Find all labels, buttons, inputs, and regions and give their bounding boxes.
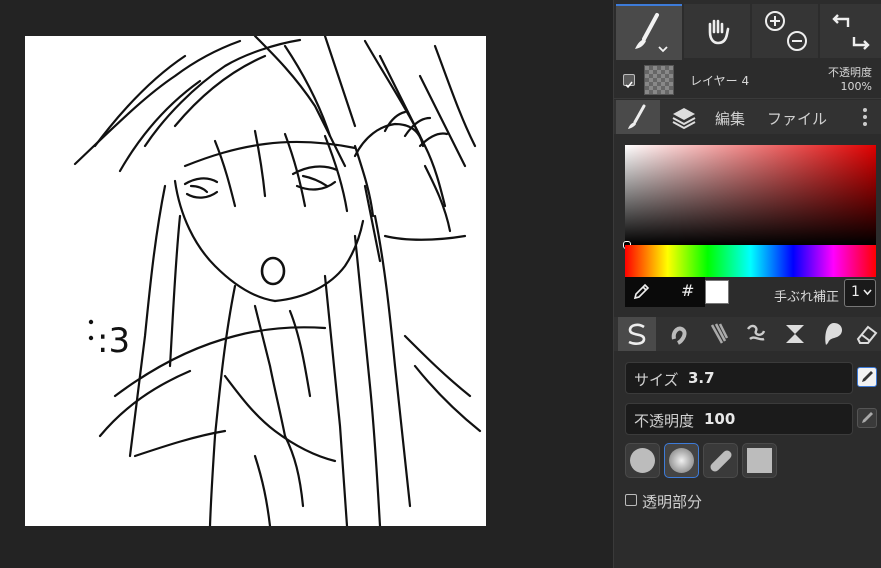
blur-icon [825,323,842,345]
brush-size-label: サイズ [634,371,679,389]
stabilizer-select[interactable]: 1 [844,279,876,307]
right-panel: レイヤー 4 不透明度 100% 編集 ファイル # 手ぶれ補正 1 サイズ 3… [613,0,881,568]
brush-shape-soft[interactable] [664,443,699,478]
opacity-pressure-toggle[interactable] [857,408,877,428]
layer-opacity-label: 不透明度 [828,66,872,79]
undo-redo-icon [832,14,870,50]
pattern-brush-icon [747,324,766,341]
color-saturation-picker[interactable] [625,145,876,245]
workspace[interactable]: :3 [0,0,613,568]
airbrush-icon [710,323,729,344]
brush-opacity-field[interactable]: 不透明度 100 [625,403,853,435]
brush-category-airbrush[interactable] [700,317,738,351]
tab-layers[interactable] [664,100,704,134]
brush-icon [628,104,646,129]
transparent-lock-label: 透明部分 [642,493,703,511]
drawing-canvas[interactable]: :3 [25,36,486,526]
layer-opacity-value: 100% [840,80,872,93]
brush-category-pen[interactable] [618,317,656,351]
sketch-drawing: :3 [73,36,482,526]
transparent-lock-checkbox[interactable] [625,494,637,506]
layer-thumbnail [644,65,674,95]
brush-tool-button[interactable] [616,4,682,60]
tab-edit[interactable]: 編集 [715,108,745,129]
brush-category-watercolor[interactable] [660,317,698,351]
brush-opacity-label: 不透明度 [634,412,695,430]
zoom-buttons[interactable] [752,4,818,58]
pen-pressure-icon [862,371,873,382]
brush-category-smudge[interactable] [776,317,814,351]
layer-name: レイヤー 4 [690,74,750,88]
brush-categories [614,317,881,351]
tab-file[interactable]: ファイル [767,108,827,129]
stabilizer-label: 手ぶれ補正 [774,290,840,305]
hue-slider[interactable] [625,245,876,277]
layer-visibility-checkbox[interactable] [623,74,635,89]
flat-brush-icon [710,450,731,471]
circle-brush-icon [630,448,655,473]
color-tools: # [625,277,705,307]
square-brush-icon [747,448,772,473]
size-pressure-toggle[interactable] [857,367,877,387]
hand-tool-button[interactable] [684,4,750,58]
canvas-note: :3 [97,321,130,361]
brush-opacity-value: 100 [704,410,736,428]
eyedropper-icon[interactable] [631,282,651,302]
zoom-in-out-icon [765,11,807,51]
layers-icon [672,108,696,130]
undo-redo-buttons[interactable] [820,4,881,58]
brush-shape-circle[interactable] [625,443,660,478]
brush-shape-flat[interactable] [703,443,738,478]
brush-size-value: 3.7 [688,369,715,387]
check-icon [625,81,633,89]
watercolor-icon [671,326,687,345]
tab-brush[interactable] [616,100,660,134]
chevron-down-icon [863,289,872,296]
brush-size-field[interactable]: サイズ 3.7 [625,362,853,394]
brush-shape-square[interactable] [742,443,777,478]
brush-icon [635,13,668,53]
soft-brush-icon [669,448,694,473]
pen-pressure-icon [862,412,873,423]
more-options-icon[interactable] [862,108,868,128]
current-color-swatch[interactable] [705,280,729,304]
pen-stroke-icon [628,323,646,345]
layer-row[interactable]: レイヤー 4 不透明度 100% [614,62,881,99]
eraser-icon [856,325,878,344]
smudge-icon [786,325,804,343]
stabilizer-value: 1 [851,284,860,300]
brush-category-pattern[interactable] [738,317,776,351]
hand-icon [708,19,730,45]
brush-category-eraser[interactable] [852,317,881,351]
brush-category-blur[interactable] [814,317,852,351]
hex-input-button[interactable]: # [681,281,694,300]
panel-tabs: 編集 ファイル [614,100,881,134]
